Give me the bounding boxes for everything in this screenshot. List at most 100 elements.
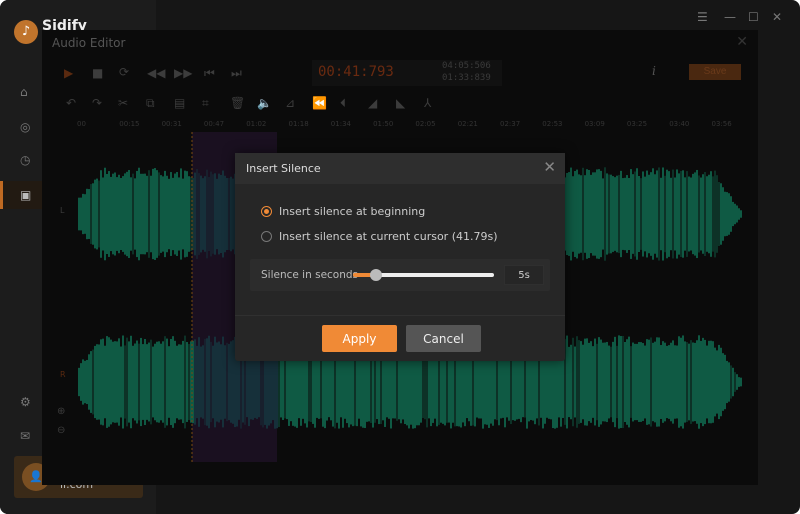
editor-title: Audio Editor (52, 36, 126, 50)
info-icon[interactable]: i (652, 64, 656, 78)
apply-button[interactable]: Apply (322, 325, 397, 352)
fade-out-icon[interactable]: ◣ (396, 96, 405, 110)
waveform-bar (642, 171, 644, 257)
paste-icon[interactable]: ▤ (174, 96, 185, 110)
waveform-bar (168, 346, 170, 418)
skip-start-icon[interactable]: ⏮ (204, 66, 215, 81)
cut-icon[interactable]: ✂ (118, 96, 128, 110)
waveform-bar (646, 170, 648, 258)
waveform-bar (694, 172, 696, 256)
waveform-bar (572, 176, 574, 252)
waveform-bar (660, 177, 662, 251)
waveform-bar (686, 342, 688, 422)
crop-icon[interactable]: ⌗ (202, 96, 209, 111)
waveform-bar (580, 175, 582, 253)
copy-icon[interactable]: ⧉ (146, 96, 155, 111)
waveform-bar (202, 345, 204, 419)
delete-icon[interactable]: 🗑 (230, 96, 245, 110)
undo-icon[interactable]: ↶ (66, 96, 76, 110)
waveform-bar (714, 170, 716, 258)
waveform-bar (224, 345, 226, 419)
waveform-bar (708, 174, 710, 254)
dialog-header: Insert Silence ✕ (235, 153, 565, 184)
waveform-bar (610, 346, 612, 418)
waveform-bar (672, 340, 674, 424)
waveform-bar (78, 197, 80, 231)
menu-icon[interactable]: ☰ (697, 10, 708, 24)
waveform-bar (232, 178, 234, 250)
waveform-bar (728, 193, 730, 235)
dialog-title: Insert Silence (246, 162, 321, 175)
zoom-out-icon[interactable]: ⊖ (57, 425, 65, 436)
redo-icon[interactable]: ↷ (92, 96, 102, 110)
waveform-bar (92, 183, 94, 245)
waveform-bar (700, 177, 702, 251)
fast-forward-icon[interactable]: ▶▶ (174, 66, 192, 80)
loop-icon[interactable]: ⟳ (119, 65, 129, 79)
waveform-bar (692, 173, 694, 255)
option-label: Insert silence at beginning (279, 205, 426, 218)
split-icon[interactable]: ⅄ (424, 96, 431, 110)
waveform-bar (78, 367, 80, 397)
waveform-bar (576, 336, 578, 428)
sidify-logo-icon: ♪ (14, 20, 38, 44)
fade-in-icon[interactable]: ◢ (368, 96, 377, 110)
editor-close-icon[interactable]: ✕ (736, 34, 748, 50)
waveform-bar (614, 177, 616, 251)
waveform-bar (100, 170, 102, 258)
waveform-bar (574, 346, 576, 418)
waveform-bar (712, 176, 714, 252)
waveform-bar (674, 345, 676, 419)
waveform-bar (736, 205, 738, 223)
silence-value-input[interactable]: 5s (504, 265, 544, 285)
cancel-button[interactable]: Cancel (406, 325, 481, 352)
silence-slider[interactable] (353, 269, 494, 281)
ruler-tick: 02:53 (542, 120, 563, 128)
option-current-cursor[interactable]: Insert silence at current cursor (41.79s… (261, 230, 498, 243)
close-icon[interactable]: ✕ (772, 10, 782, 24)
minimize-icon[interactable]: — (724, 10, 736, 24)
amplify-icon[interactable]: ⊿ (285, 96, 295, 110)
insert-silence-start-icon[interactable]: ⏪ (312, 96, 327, 110)
waveform-bar (142, 173, 144, 255)
radio-selected-icon[interactable] (261, 206, 272, 217)
maximize-icon[interactable]: ☐ (748, 10, 759, 24)
radio-unselected-icon[interactable] (261, 231, 272, 242)
waveform-bar (204, 176, 206, 252)
waveform-bar (230, 176, 232, 252)
waveform-bar (166, 175, 168, 253)
ruler-tick: 01:02 (246, 120, 267, 128)
waveform-bar (188, 176, 190, 252)
waveform-bar (594, 338, 596, 426)
waveform-bar (114, 341, 116, 423)
waveform-bar (602, 342, 604, 422)
waveform-bar (176, 172, 178, 256)
stop-icon[interactable]: ■ (92, 66, 103, 80)
waveform-bar (692, 342, 694, 422)
waveform-bar (134, 343, 136, 421)
waveform-bar (606, 173, 608, 255)
zoom-in-icon[interactable]: ⊕ (57, 406, 65, 417)
play-icon[interactable]: ▶ (64, 66, 73, 80)
rewind-icon[interactable]: ◀◀ (147, 66, 165, 80)
waveform-bar (570, 344, 572, 420)
waveform-bar (726, 360, 728, 404)
insert-silence-cursor-icon[interactable]: ⏴ (340, 96, 346, 111)
waveform-bar (212, 345, 214, 419)
waveform-bar (690, 177, 692, 251)
skip-end-icon[interactable]: ⏭ (231, 66, 242, 81)
waveform-bar (92, 349, 94, 415)
close-icon[interactable]: ✕ (543, 158, 556, 176)
time-ruler[interactable]: 00 00:15 00:31 00:47 01:02 01:18 01:34 01:50 02:… (72, 118, 752, 132)
waveform-bar (158, 172, 160, 256)
ruler-tick: 00:47 (203, 120, 225, 128)
waveform-bar (740, 377, 742, 387)
option-beginning[interactable]: Insert silence at beginning (261, 205, 425, 218)
waveform-bar (734, 372, 736, 392)
waveform-bar (738, 208, 740, 220)
waveform-bar (712, 341, 714, 423)
save-button[interactable]: Save (689, 64, 741, 80)
ruler-tick: 01:18 (288, 120, 309, 128)
volume-icon[interactable]: 🔈 (257, 96, 272, 110)
slider-thumb[interactable] (369, 269, 382, 281)
